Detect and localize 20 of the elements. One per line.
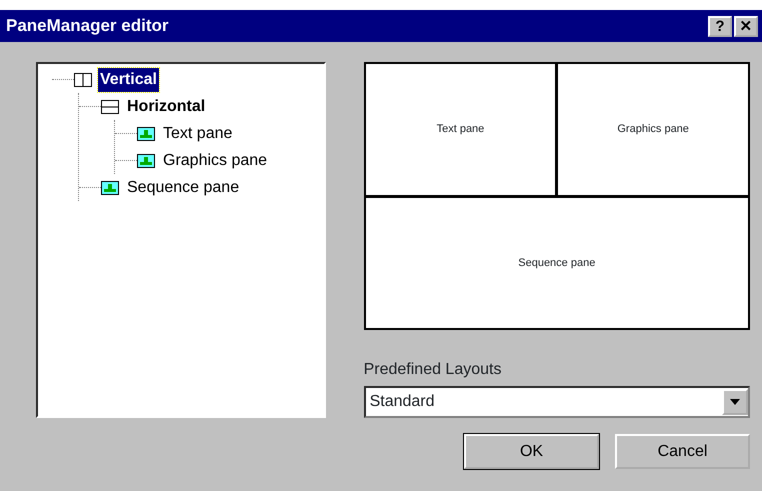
horizontal-split-icon bbox=[101, 100, 119, 114]
pane-icon bbox=[137, 126, 155, 140]
dialog-button[interactable]: OK bbox=[464, 434, 599, 469]
tree-item[interactable]: Horizontal bbox=[125, 94, 208, 118]
layouts-dropdown[interactable]: Standard bbox=[364, 386, 750, 418]
tree-item[interactable]: Text pane bbox=[161, 122, 234, 146]
caption-button[interactable]: ✕ bbox=[734, 16, 758, 36]
tree-item[interactable]: Graphics pane bbox=[161, 148, 270, 172]
vertical-split-icon bbox=[74, 72, 92, 86]
pane-label: Graphics pane bbox=[617, 122, 689, 137]
pane-label: Text pane bbox=[436, 122, 484, 137]
window-title: PaneManager editor bbox=[6, 15, 170, 38]
tree-item[interactable]: Vertical bbox=[98, 68, 159, 92]
pane-label: Sequence pane bbox=[518, 256, 596, 270]
pane-icon bbox=[137, 154, 155, 168]
dialog-button[interactable]: Cancel bbox=[615, 434, 750, 469]
caption-button[interactable]: ? bbox=[708, 16, 732, 36]
layouts-label: Predefined Layouts bbox=[364, 360, 502, 380]
tree-item[interactable]: Sequence pane bbox=[125, 176, 242, 200]
pane-icon bbox=[101, 180, 119, 194]
